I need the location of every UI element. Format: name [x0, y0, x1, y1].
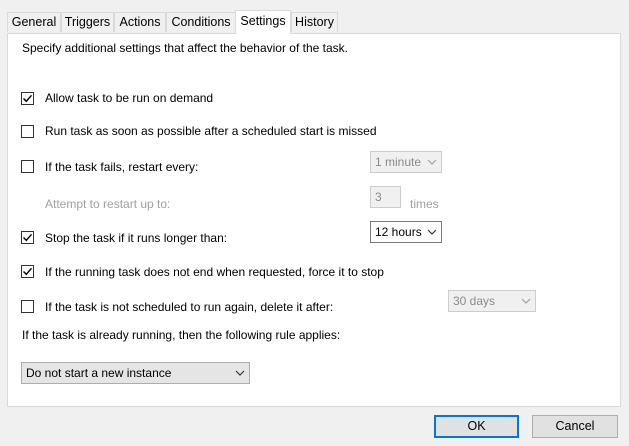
running-rule-label: If the task is already running, then the… [22, 328, 341, 342]
tab-triggers[interactable]: Triggers [61, 12, 114, 32]
restart-attempts-unit: times [410, 197, 439, 211]
force-stop-checkbox[interactable] [21, 265, 34, 278]
run-asap-label: Run task as soon as possible after a sch… [45, 124, 377, 138]
restart-attempts-value: 3 [375, 190, 382, 204]
ok-button[interactable]: OK [434, 415, 519, 438]
chevron-down-icon [427, 159, 437, 165]
running-rule-value: Do not start a new instance [26, 366, 172, 380]
delete-expired-label: If the task is not scheduled to run agai… [45, 300, 334, 314]
stop-if-longer-label: Stop the task if it runs longer than: [45, 231, 228, 245]
checkmark-icon [23, 233, 33, 242]
checkmark-icon [23, 267, 33, 276]
restart-on-fail-checkbox[interactable] [21, 160, 34, 173]
restart-attempts-label: Attempt to restart up to: [45, 197, 171, 211]
delete-expired-checkbox[interactable] [21, 300, 34, 313]
tab-conditions[interactable]: Conditions [166, 12, 236, 32]
run-asap-checkbox[interactable] [21, 125, 34, 138]
delete-delay-value: 30 days [453, 294, 496, 308]
tab-actions[interactable]: Actions [114, 12, 166, 32]
restart-on-fail-label: If the task fails, restart every: [45, 160, 199, 174]
running-rule-dropdown[interactable]: Do not start a new instance [21, 362, 250, 384]
tab-general[interactable]: General [7, 12, 61, 32]
chevron-down-icon [521, 298, 531, 304]
allow-on-demand-checkbox[interactable] [21, 92, 34, 105]
settings-panel: Specify additional settings that affect … [7, 33, 621, 407]
restart-interval-dropdown[interactable]: 1 minute [370, 151, 442, 173]
cancel-button[interactable]: Cancel [532, 415, 618, 438]
chevron-down-icon [235, 370, 245, 376]
stop-if-longer-checkbox[interactable] [21, 231, 34, 244]
tab-history[interactable]: History [291, 12, 338, 32]
chevron-down-icon [427, 229, 437, 235]
restart-interval-value: 1 minute [375, 155, 422, 169]
settings-intro: Specify additional settings that affect … [22, 41, 348, 55]
delete-delay-dropdown[interactable]: 30 days [448, 290, 536, 312]
stop-duration-value: 12 hours [375, 225, 422, 239]
allow-on-demand-label: Allow task to be run on demand [45, 91, 214, 105]
force-stop-label: If the running task does not end when re… [45, 265, 384, 279]
checkmark-icon [23, 94, 33, 103]
tab-settings[interactable]: Settings [235, 10, 291, 34]
restart-attempts-input[interactable]: 3 [370, 186, 401, 208]
stop-duration-dropdown[interactable]: 12 hours [370, 221, 442, 243]
